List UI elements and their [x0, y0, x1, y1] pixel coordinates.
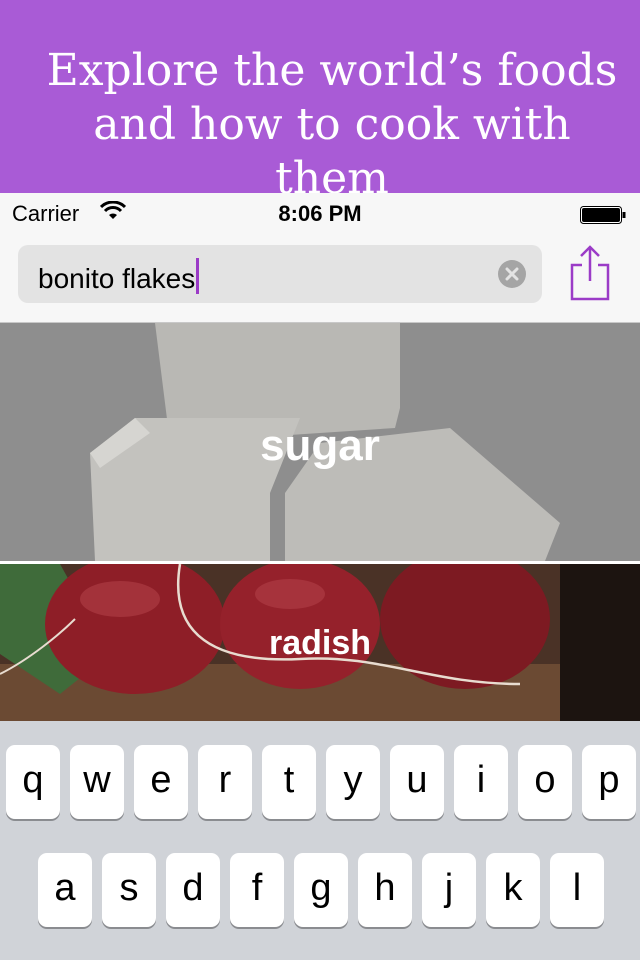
key-s[interactable]: s [102, 853, 156, 927]
key-w[interactable]: w [70, 745, 124, 819]
key-j[interactable]: j [422, 853, 476, 927]
promo-line-1: Explore the world’s foods [46, 45, 618, 96]
key-y[interactable]: y [326, 745, 380, 819]
search-text: bonito flakes [38, 258, 200, 295]
clear-icon[interactable] [498, 260, 526, 288]
promo-headline: Explore the world’s foods and how to coo… [20, 44, 620, 206]
promo-line-2: and how to cook with them [93, 99, 571, 204]
key-k[interactable]: k [486, 853, 540, 927]
key-h[interactable]: h [358, 853, 412, 927]
search-input[interactable]: bonito flakes [18, 245, 542, 303]
key-t[interactable]: t [262, 745, 316, 819]
key-i[interactable]: i [454, 745, 508, 819]
key-f[interactable]: f [230, 853, 284, 927]
text-caret [196, 258, 200, 294]
promo-banner: Explore the world’s foods and how to coo… [0, 0, 640, 204]
clock: 8:06 PM [278, 201, 362, 226]
key-r[interactable]: r [198, 745, 252, 819]
key-q[interactable]: q [6, 745, 60, 819]
food-row-sugar[interactable]: sugar [0, 323, 640, 561]
key-u[interactable]: u [390, 745, 444, 819]
share-icon[interactable] [566, 245, 614, 301]
key-d[interactable]: d [166, 853, 220, 927]
keyboard: q w e r t y u i o p a s d f g h j k l [0, 721, 640, 960]
key-p[interactable]: p [582, 745, 636, 819]
search-bar: bonito flakes [0, 235, 640, 323]
food-row-radish[interactable]: radish [0, 564, 640, 721]
key-a[interactable]: a [38, 853, 92, 927]
search-value: bonito flakes [38, 263, 196, 294]
key-g[interactable]: g [294, 853, 348, 927]
food-label: sugar [260, 421, 380, 470]
battery-icon [580, 206, 626, 224]
key-o[interactable]: o [518, 745, 572, 819]
food-label: radish [268, 624, 372, 662]
key-l[interactable]: l [550, 853, 604, 927]
key-e[interactable]: e [134, 745, 188, 819]
status-bar: Carrier 8:06 PM [0, 193, 640, 235]
